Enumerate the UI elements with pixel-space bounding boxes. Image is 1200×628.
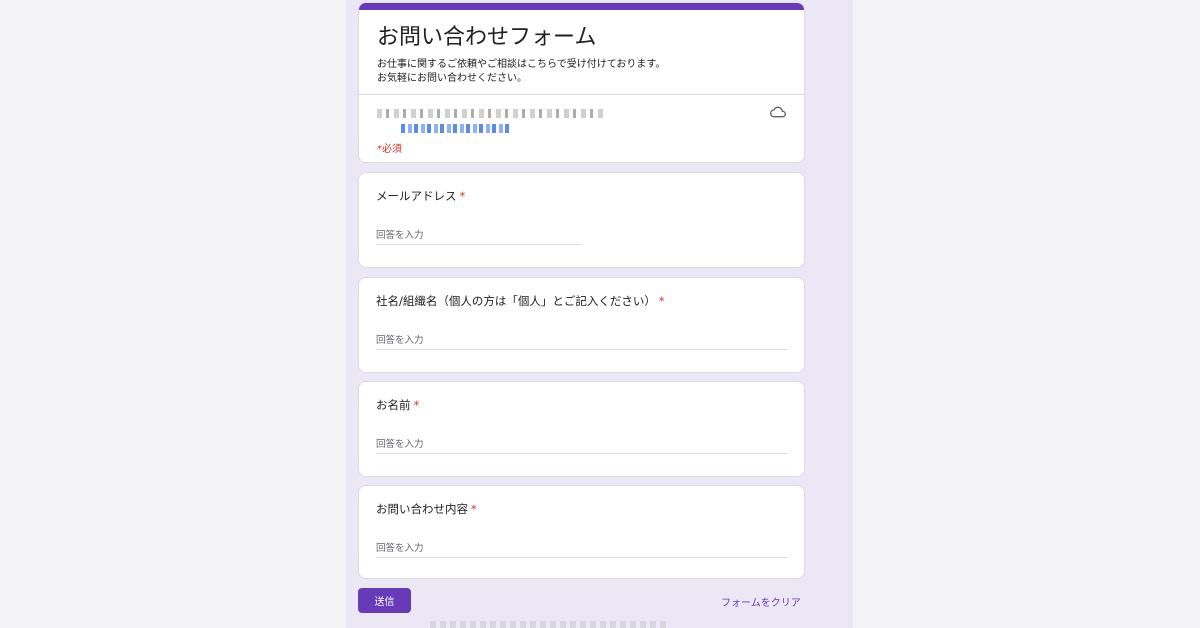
question-label: 社名/組織名（個人の方は「個人」とご記入ください） * [376, 293, 665, 309]
question-card-email: メールアドレス * [358, 172, 805, 268]
submit-button[interactable]: 送信 [358, 588, 411, 613]
required-asterisk: * [413, 398, 420, 412]
form-description-line: お仕事に関するご依頼やご相談はこちらで受け付けております。 [377, 59, 666, 70]
required-asterisk: * [459, 189, 466, 203]
required-asterisk: * [471, 502, 477, 516]
question-label: お問い合わせ内容 * [376, 501, 477, 517]
required-asterisk: * [658, 294, 665, 308]
name-field[interactable] [376, 436, 788, 454]
question-label-text: お名前 [376, 398, 411, 412]
header-divider [359, 94, 804, 95]
form-description-line: お気軽にお問い合わせください。 [377, 73, 527, 84]
footer-text-blurred [430, 621, 670, 628]
question-label-text: 社名/組織名（個人の方は「個人」とご記入ください） [376, 294, 656, 308]
form-header-card: お問い合わせフォーム お仕事に関するご依頼やご相談はこちらで受け付けております。… [358, 2, 805, 163]
question-label: お名前 * [376, 397, 419, 413]
inquiry-field[interactable] [376, 540, 788, 558]
question-label-text: お問い合わせ内容 [376, 502, 468, 516]
question-label: メールアドレス * [376, 188, 465, 204]
question-label-text: メールアドレス [376, 189, 457, 203]
question-card-company: 社名/組織名（個人の方は「個人」とご記入ください） * [358, 277, 805, 373]
header-accent-band [359, 3, 804, 10]
account-info-blurred [377, 109, 607, 118]
company-field[interactable] [376, 332, 788, 350]
question-card-name: お名前 * [358, 381, 805, 477]
required-note: *必須 [377, 144, 402, 155]
cloud-icon [770, 104, 786, 120]
clear-form-link[interactable]: フォームをクリア [721, 594, 801, 609]
form-title: お問い合わせフォーム [377, 25, 597, 50]
form-description: お仕事に関するご依頼やご相談はこちらで受け付けております。 お気軽にお問い合わせ… [377, 58, 665, 86]
email-field[interactable] [376, 227, 582, 245]
question-card-inquiry: お問い合わせ内容 * [358, 485, 805, 579]
switch-account-link-blurred[interactable] [401, 124, 511, 133]
